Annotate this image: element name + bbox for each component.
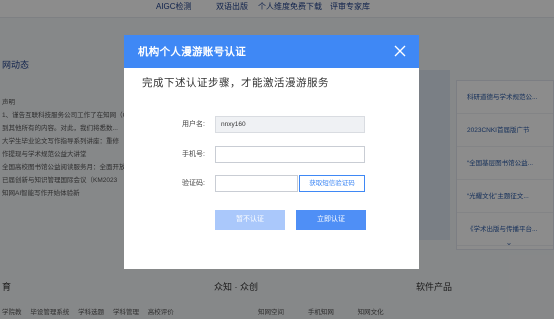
username-label: 用户名:	[182, 121, 205, 128]
get-sms-code-button[interactable]: 获取短信验证码	[299, 175, 365, 192]
phone-field[interactable]	[215, 146, 365, 163]
close-icon[interactable]	[393, 44, 407, 58]
verification-code-field[interactable]	[215, 175, 298, 192]
dialog-title: 机构个人漫游账号认证	[138, 46, 246, 58]
code-label: 验证码:	[182, 180, 205, 187]
username-row: 用户名:	[124, 116, 419, 133]
dialog-header: 机构个人漫游账号认证	[124, 35, 419, 68]
phone-row: 手机号:	[124, 146, 419, 163]
authenticate-button[interactable]: 立即认证	[296, 210, 366, 230]
code-row: 验证码: 获取短信验证码	[124, 175, 419, 192]
phone-label: 手机号:	[182, 151, 205, 158]
skip-auth-button[interactable]: 暂不认证	[215, 210, 285, 230]
username-field[interactable]	[215, 116, 365, 133]
roaming-auth-dialog: 机构个人漫游账号认证 完成下述认证步骤，才能激活漫游服务 用户名: 手机号: 验…	[124, 35, 419, 269]
dialog-description: 完成下述认证步骤，才能激活漫游服务	[142, 77, 329, 89]
